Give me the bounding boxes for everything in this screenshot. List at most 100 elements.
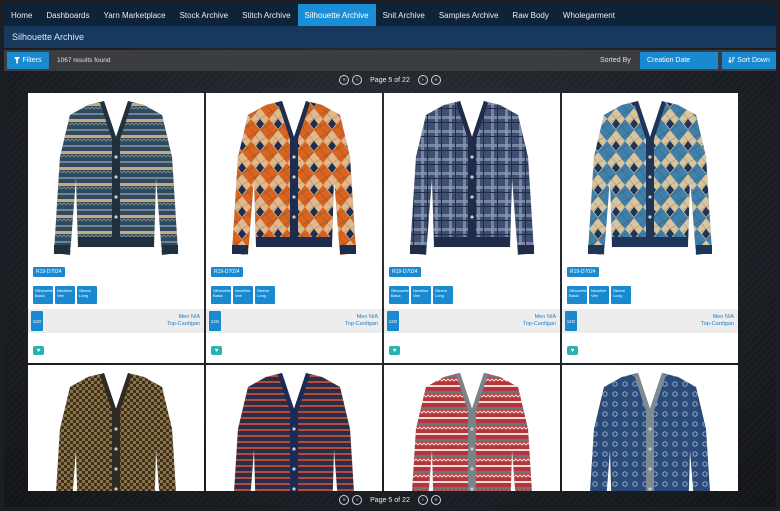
gender-text: Men N/A (534, 314, 556, 320)
gender-text: Men N/A (178, 314, 200, 320)
nav-item-samples-archive[interactable]: Samples Archive (432, 4, 506, 26)
silhouette-card[interactable]: R19-D7024 Silhouette Basic Neckline Vee Sl… (28, 93, 204, 363)
favorite-icon[interactable]: ♥ (211, 346, 222, 355)
sku-badge: R19-D7024 (389, 267, 421, 277)
attribute-tag: Silhouette Basic (389, 286, 409, 304)
attribute-tag: Silhouette Basic (211, 286, 231, 304)
category-text: Men N/A Top-Cardigan (523, 314, 556, 328)
cardigan-image (233, 372, 355, 491)
card-image-area[interactable] (28, 93, 204, 263)
cardigan-image (589, 372, 711, 491)
sort-direction-label: Sort Down (737, 57, 770, 64)
silhouette-card[interactable]: R19-D7024 Silhouette Basic Neckline Vee Sl… (384, 93, 560, 363)
top-nav: Home Dashboards Yarn Marketplace Stock Arch… (4, 4, 776, 26)
gauge-badge: 12G (209, 311, 221, 331)
sort-direction-button[interactable]: Sort Down (722, 52, 776, 69)
card-image-area[interactable] (384, 365, 560, 491)
pager-bottom: « ‹ Page 5 of 22 › » (4, 493, 776, 507)
section-header: Silhouette Archive (4, 26, 776, 48)
next-page-button[interactable]: › (417, 75, 428, 85)
page-title: Silhouette Archive (12, 32, 85, 42)
nav-item-dashboards[interactable]: Dashboards (39, 4, 96, 26)
filters-button[interactable]: Filters (7, 52, 49, 69)
sort-field-select[interactable]: Creation Date (640, 52, 718, 69)
attribute-tag: Silhouette Basic (567, 286, 587, 304)
tag-list: Silhouette Basic Neckline Vee Sleeve Long (33, 286, 97, 304)
gender-text: Men N/A (356, 314, 378, 320)
gender-text: Men N/A (712, 314, 734, 320)
gauge-badge: 12G (565, 311, 577, 331)
card-image-area[interactable] (384, 93, 560, 263)
info-strip: 12G Men N/A Top-Cardigan (28, 309, 204, 333)
prev-page-button[interactable]: ‹ (352, 495, 363, 505)
app-frame: Home Dashboards Yarn Marketplace Stock Arch… (4, 4, 776, 507)
attribute-tag: Sleeve Long (433, 286, 453, 304)
nav-item-stock-archive[interactable]: Stock Archive (173, 4, 235, 26)
silhouette-card[interactable] (28, 365, 204, 491)
attribute-tag: Silhouette Basic (33, 286, 53, 304)
nav-item-home[interactable]: Home (4, 4, 39, 26)
nav-item-yarn-marketplace[interactable]: Yarn Marketplace (96, 4, 172, 26)
cardigan-image (411, 372, 533, 491)
info-strip: 12G Men N/A Top-Cardigan (562, 309, 738, 333)
category-text: Men N/A Top-Cardigan (167, 314, 200, 328)
attribute-tag: Neckline Vee (55, 286, 75, 304)
toolbar: Filters 1067 results found Sorted By Cre… (4, 50, 776, 71)
card-image-area[interactable] (206, 93, 382, 263)
card-image-area[interactable] (206, 365, 382, 491)
garment-type-text: Top-Cardigan (166, 321, 200, 327)
funnel-icon (14, 57, 21, 64)
first-page-button[interactable]: « (339, 495, 350, 505)
card-image-area[interactable] (562, 93, 738, 263)
cardigan-image (231, 100, 357, 256)
first-page-button[interactable]: « (339, 75, 350, 85)
silhouette-card[interactable]: R19-D7024 Silhouette Basic Neckline Vee Sl… (562, 93, 738, 363)
cardigan-image (409, 100, 535, 256)
silhouette-card[interactable] (562, 365, 738, 491)
silhouette-card[interactable] (206, 365, 382, 491)
results-count: 1067 results found (57, 57, 111, 64)
cardigan-image (53, 100, 179, 256)
nav-item-wholegarment[interactable]: Wholegarment (556, 4, 622, 26)
last-page-button[interactable]: » (430, 495, 441, 505)
attribute-tag: Sleeve Long (77, 286, 97, 304)
sku-badge: R19-D7024 (567, 267, 599, 277)
favorite-icon[interactable]: ♥ (567, 346, 578, 355)
sku-badge: R19-D7024 (33, 267, 65, 277)
attribute-tag: Neckline Vee (233, 286, 253, 304)
page-indicator: Page 5 of 22 (370, 76, 410, 84)
nav-item-snit-archive[interactable]: Snit Archive (376, 4, 432, 26)
filters-label: Filters (22, 57, 42, 64)
cardigan-image (55, 372, 177, 491)
nav-item-stitch-archive[interactable]: Stitch Archive (235, 4, 297, 26)
garment-type-text: Top-Cardigan (522, 321, 556, 327)
garment-type-text: Top-Cardigan (700, 321, 734, 327)
garment-type-text: Top-Cardigan (344, 321, 378, 327)
sort-down-icon (728, 57, 736, 64)
sku-badge: R19-D7024 (211, 267, 243, 277)
page-indicator: Page 5 of 22 (370, 496, 410, 504)
category-text: Men N/A Top-Cardigan (701, 314, 734, 328)
attribute-tag: Neckline Vee (589, 286, 609, 304)
attribute-tag: Neckline Vee (411, 286, 431, 304)
category-text: Men N/A Top-Cardigan (345, 314, 378, 328)
nav-item-raw-body[interactable]: Raw Body (505, 4, 555, 26)
prev-page-button[interactable]: ‹ (352, 75, 363, 85)
sort-field-value: Creation Date (647, 57, 691, 64)
tag-list: Silhouette Basic Neckline Vee Sleeve Long (567, 286, 631, 304)
last-page-button[interactable]: » (430, 75, 441, 85)
card-image-area[interactable] (562, 365, 738, 491)
nav-item-silhouette-archive[interactable]: Silhouette Archive (297, 4, 376, 26)
attribute-tag: Sleeve Long (255, 286, 275, 304)
card-image-area[interactable] (28, 365, 204, 491)
silhouette-card[interactable] (384, 365, 560, 491)
silhouette-grid: R19-D7024 Silhouette Basic Neckline Vee Sl… (28, 93, 740, 491)
silhouette-card[interactable]: R19-D7024 Silhouette Basic Neckline Vee Sl… (206, 93, 382, 363)
tag-list: Silhouette Basic Neckline Vee Sleeve Long (211, 286, 275, 304)
tag-list: Silhouette Basic Neckline Vee Sleeve Long (389, 286, 453, 304)
favorite-icon[interactable]: ♥ (389, 346, 400, 355)
next-page-button[interactable]: › (417, 495, 428, 505)
favorite-icon[interactable]: ♥ (33, 346, 44, 355)
gauge-badge: 12G (387, 311, 399, 331)
cardigan-image (587, 100, 713, 256)
